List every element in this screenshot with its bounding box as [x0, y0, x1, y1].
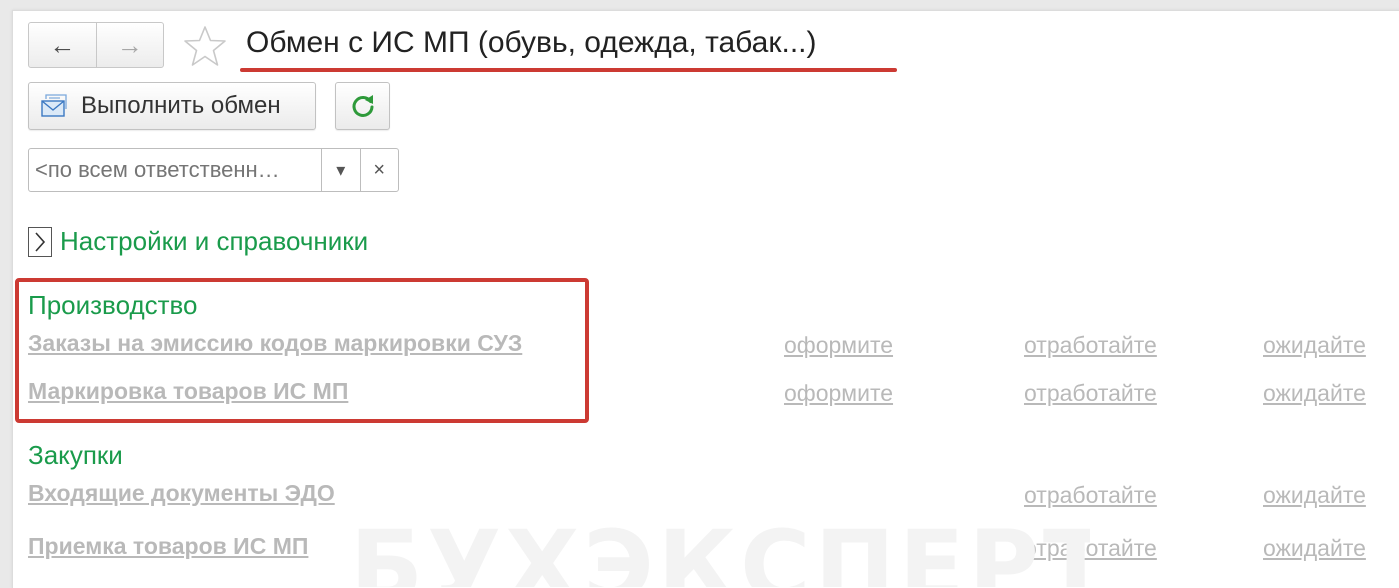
status-link-process[interactable]: отработайте — [1024, 332, 1157, 359]
forward-button[interactable]: → — [95, 23, 164, 67]
status-link-process[interactable]: отработайте — [1024, 535, 1157, 562]
refresh-button[interactable] — [335, 82, 390, 130]
refresh-icon — [352, 95, 373, 117]
status-link-process[interactable]: отработайте — [1024, 482, 1157, 509]
title-annotation-underline — [240, 68, 897, 72]
status-link-draft[interactable]: оформите — [784, 380, 893, 407]
back-button[interactable]: ← — [29, 23, 96, 67]
section-title-purchases: Закупки — [28, 440, 123, 470]
close-icon: × — [373, 158, 386, 181]
star-outline-icon[interactable] — [183, 24, 227, 68]
clear-button[interactable]: × — [359, 149, 399, 191]
responsible-filter-input[interactable] — [29, 149, 321, 191]
execute-exchange-button[interactable]: Выполнить обмен — [28, 82, 316, 130]
status-link-wait[interactable]: ожидайте — [1263, 380, 1366, 407]
arrow-left-icon: ← — [49, 29, 76, 60]
execute-exchange-label: Выполнить обмен — [81, 92, 281, 119]
navigation-buttons: ← → — [28, 22, 164, 68]
dropdown-button[interactable]: ▾ — [321, 149, 360, 191]
incoming-edo-link[interactable]: Входящие документы ЭДО — [28, 480, 335, 507]
page-title: Обмен с ИС МП (обувь, одежда, табак...) — [246, 26, 817, 59]
settings-group-label: Настройки и справочники — [60, 226, 369, 256]
production-annotation-frame — [15, 278, 589, 423]
status-link-process[interactable]: отработайте — [1024, 380, 1157, 407]
status-link-draft[interactable]: оформите — [784, 332, 893, 359]
status-link-wait[interactable]: ожидайте — [1263, 332, 1366, 359]
status-link-wait[interactable]: ожидайте — [1263, 535, 1366, 562]
arrow-right-icon: → — [116, 29, 143, 60]
chevron-right-icon — [28, 226, 52, 257]
status-link-wait[interactable]: ожидайте — [1263, 482, 1366, 509]
envelope-exchange-icon — [41, 94, 67, 117]
responsible-filter: ▾ × — [28, 148, 399, 192]
settings-group-toggle[interactable]: Настройки и справочники — [28, 226, 368, 257]
chevron-down-icon: ▾ — [336, 159, 346, 180]
goods-receipt-link[interactable]: Приемка товаров ИС МП — [28, 533, 308, 560]
